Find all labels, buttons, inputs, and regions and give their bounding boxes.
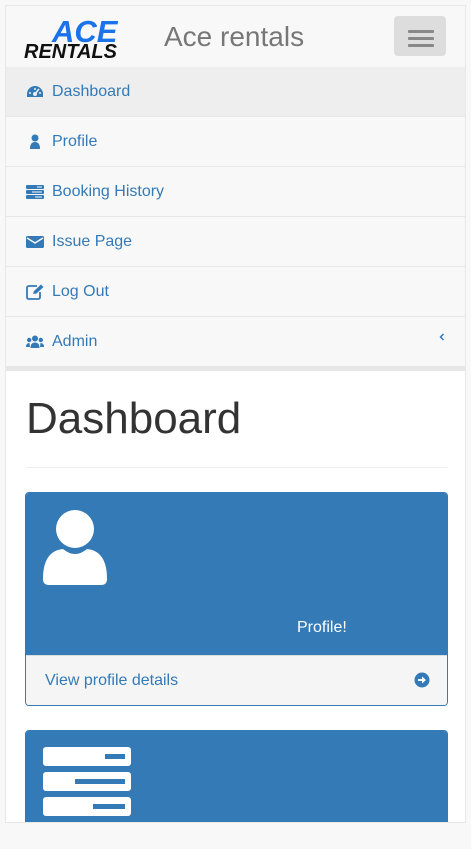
sidebar-item-booking-history[interactable]: Booking History: [6, 167, 465, 217]
page-title: Dashboard: [26, 394, 242, 443]
app-window: ACE RENTALS Ace rentals Dashboard Profil…: [5, 5, 466, 823]
title-divider: [26, 467, 447, 468]
sidebar-item-issue-page[interactable]: Issue Page: [6, 217, 465, 267]
users-icon: [26, 334, 44, 350]
user-icon: [43, 509, 107, 590]
sidebar-item-label: Profile: [52, 133, 98, 150]
sidebar-item-admin[interactable]: Admin: [6, 317, 465, 367]
booking-panel-heading: [26, 731, 447, 822]
envelope-icon: [26, 234, 44, 250]
user-icon: [26, 134, 44, 150]
sidebar-nav: Dashboard Profile Booking History Issue …: [6, 67, 465, 371]
booking-panel: [25, 730, 448, 822]
sidebar-item-label: Booking History: [52, 183, 165, 200]
sidebar-item-profile[interactable]: Profile: [6, 117, 465, 167]
logo-text-rentals: RENTALS: [24, 41, 118, 60]
view-profile-details-label: View profile details: [45, 672, 179, 689]
profile-panel-caption: Profile!: [297, 619, 347, 636]
sidebar-item-label: Issue Page: [52, 233, 133, 250]
arrow-circle-right-icon: [414, 672, 430, 693]
tasks-icon: [43, 747, 131, 822]
tasks-icon: [26, 184, 44, 200]
dashboard-icon: [26, 84, 44, 100]
brand-title[interactable]: Ace rentals: [164, 22, 304, 52]
sidebar-bottom-border: [6, 367, 465, 371]
sidebar-item-log-out[interactable]: Log Out: [6, 267, 465, 317]
sidebar-item-label: Dashboard: [52, 83, 131, 100]
sidebar-item-dashboard[interactable]: Dashboard: [6, 67, 465, 117]
chevron-left-icon[interactable]: [437, 330, 447, 344]
hamburger-toggle-button[interactable]: [394, 16, 446, 56]
edit-icon: [26, 284, 44, 300]
ace-rentals-logo[interactable]: ACE RENTALS: [24, 12, 124, 60]
top-navbar: ACE RENTALS Ace rentals: [6, 6, 465, 68]
profile-panel-heading: Profile!: [26, 493, 447, 655]
sidebar-item-label: Log Out: [52, 283, 109, 300]
profile-panel: Profile! View profile details: [25, 492, 448, 706]
view-profile-details-link[interactable]: View profile details: [26, 655, 447, 705]
sidebar-item-label: Admin: [52, 333, 98, 350]
